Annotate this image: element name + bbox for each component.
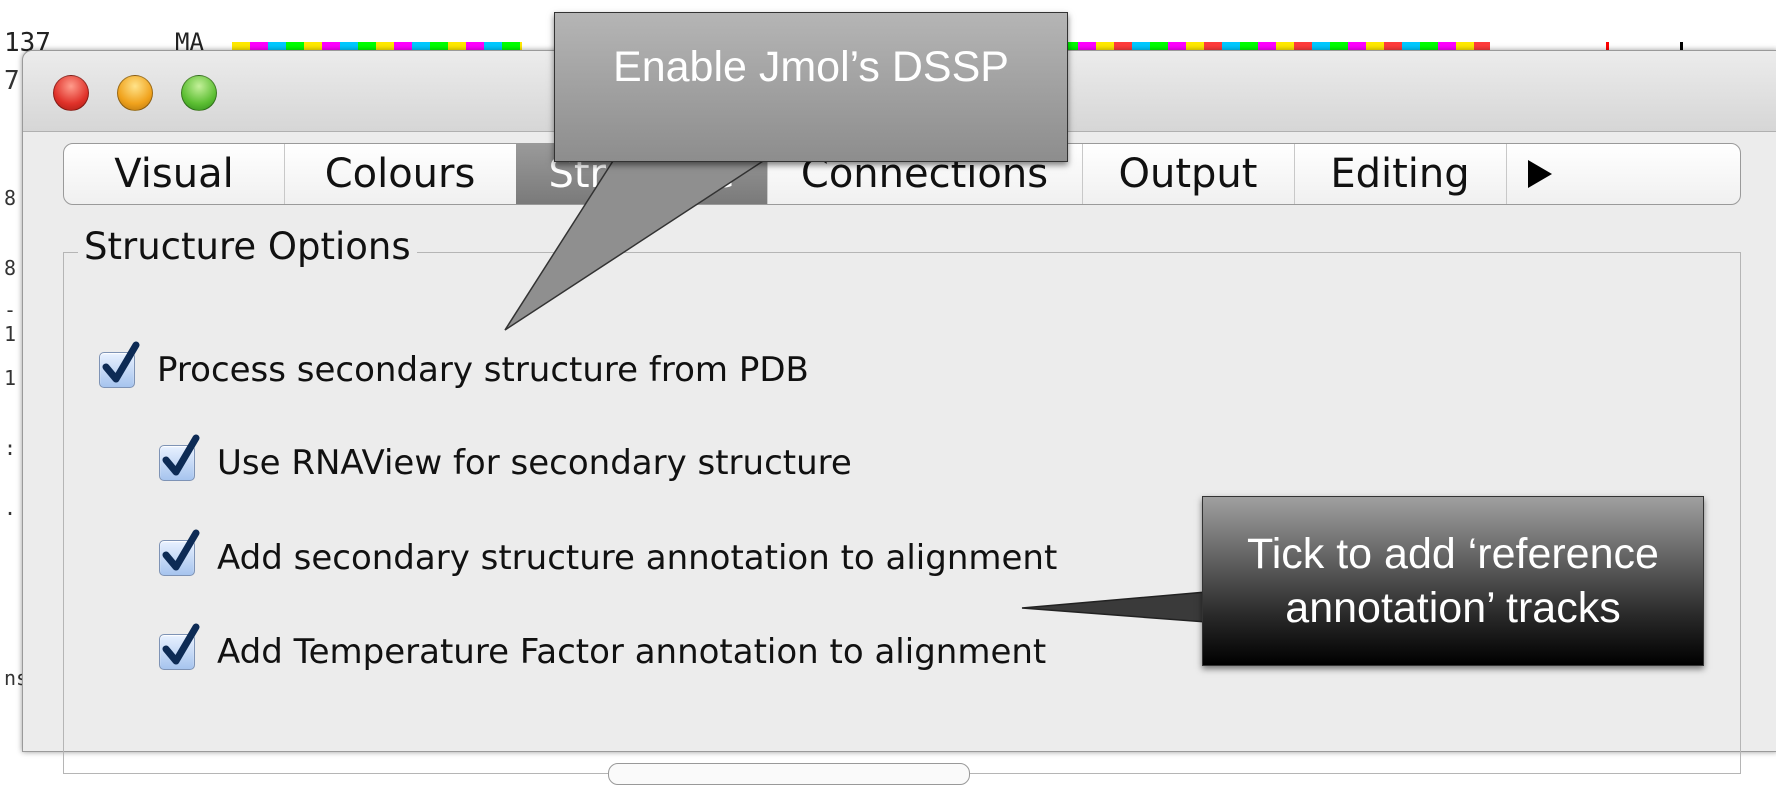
alignment-gutter: 7 8 8 - 1 1 : . ns [0,58,28,720]
more-tabs-button[interactable] [1506,144,1740,204]
add-ss-annotation-label: Add secondary structure annotation to al… [217,538,1058,578]
gutter-char: 8 [4,186,17,210]
gutter-char: - [4,298,17,322]
tab-editing[interactable]: Editing [1294,144,1507,204]
gutter-char: . [4,496,17,520]
add-temperature-annotation-checkbox[interactable] [159,623,200,670]
arrow-right-icon [1528,160,1552,188]
partially-visible-button[interactable] [608,763,970,785]
checkmark-icon [162,529,200,571]
use-rnaview-checkbox[interactable] [159,434,200,481]
tab-output[interactable]: Output [1082,144,1295,204]
use-rnaview-label: Use RNAView for secondary structure [217,443,852,483]
checkmark-icon [102,341,140,383]
process-ss-pdb-checkbox[interactable] [99,341,140,388]
checkmark-icon [162,623,200,665]
minimize-window-button[interactable] [117,75,153,111]
tab-colours[interactable]: Colours [284,144,517,204]
reference-annotation-callout: Tick to add ‘reference annotation’ track… [1202,496,1704,666]
close-window-button[interactable] [53,75,89,111]
process-ss-pdb-option[interactable]: Process secondary structure from PDB [99,341,809,390]
tab-visual[interactable]: Visual [64,144,285,204]
gutter-char: : [4,436,17,460]
add-ss-annotation-checkbox[interactable] [159,529,200,576]
group-title: Structure Options [78,225,417,268]
checkmark-icon [162,434,200,476]
use-rnaview-option[interactable]: Use RNAView for secondary structure [159,434,852,483]
gutter-char: 1 [4,322,17,346]
gutter-char: 8 [4,256,17,280]
dssp-callout: Enable Jmol’s DSSP [554,12,1068,162]
dssp-callout-text: Enable Jmol’s DSSP [613,42,1009,91]
process-ss-pdb-label: Process secondary structure from PDB [157,350,809,390]
line-number: 7 [4,66,20,96]
reference-callout-text: Tick to add ‘reference annotation’ track… [1247,530,1659,632]
add-temperature-annotation-option[interactable]: Add Temperature Factor annotation to ali… [159,623,1047,672]
gutter-char: 1 [4,366,17,390]
zoom-window-button[interactable] [181,75,217,111]
add-ss-annotation-option[interactable]: Add secondary structure annotation to al… [159,529,1058,578]
add-temperature-annotation-label: Add Temperature Factor annotation to ali… [217,632,1047,672]
